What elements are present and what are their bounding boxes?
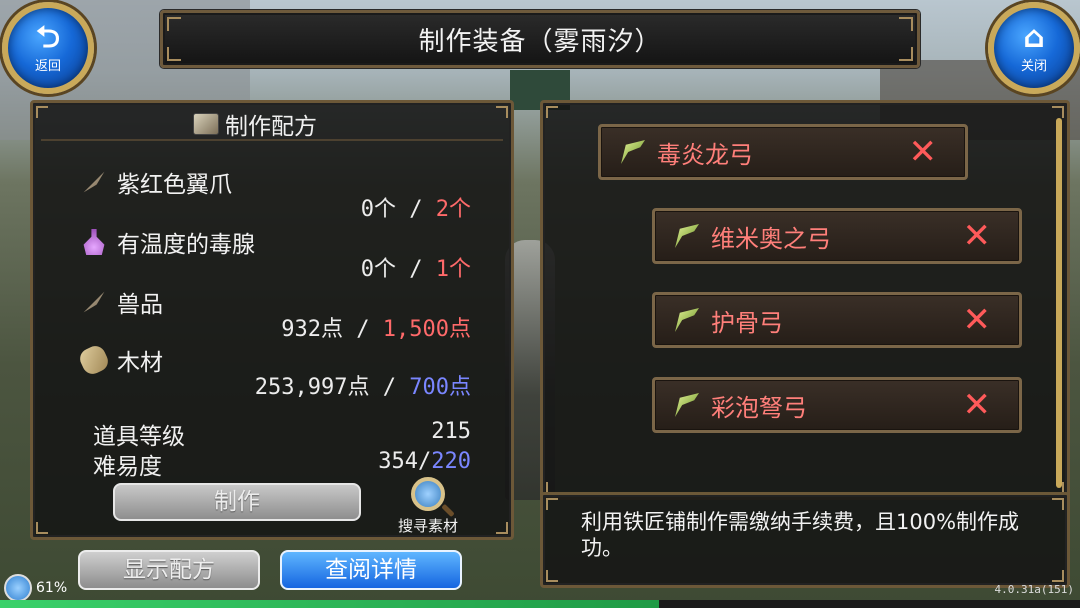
material-name: 有温度的毒腺 [117,232,255,258]
unavailable-x-icon: ✕ [962,385,992,425]
make-button[interactable]: 制作 [113,483,361,521]
home-icon: ⌂ [1023,19,1045,55]
equipment-name: 彩泡弩弓 [711,393,807,422]
page-title: 制作装备（雾雨汐） [418,26,662,57]
recipe-header: 制作配方 [193,107,317,141]
search-materials-label: 搜寻素材 [397,517,458,535]
material-row: 有温度的毒腺 [81,225,255,259]
experience-bar [0,600,1080,608]
material-name: 兽品 [117,292,163,318]
search-materials-button[interactable]: 搜寻素材 [383,477,473,536]
equipment-scrollbar[interactable] [1056,118,1062,488]
bow-icon [675,224,699,248]
recipe-content: 紫红色翼爪 0个 / 2个 有温度的毒腺 0个 / 1个 兽品 932点 / 1… [41,139,503,535]
message-text: 利用铁匠铺制作需缴纳手续费，且100%制作成功。 [581,510,1020,560]
item-level-value: 215 [431,419,471,444]
material-row: 紫红色翼爪 [81,165,232,199]
bow-icon [675,393,699,417]
magnifier-icon [411,477,445,511]
recipe-title: 制作配方 [225,114,317,140]
claw-icon [83,171,105,193]
battery-icon [4,574,32,602]
material-name: 木材 [117,350,163,376]
unavailable-x-icon: ✕ [908,132,938,172]
difficulty-label: 难易度 [93,454,162,480]
material-name: 紫红色翼爪 [117,172,232,198]
battery-percent: 61% [36,580,68,596]
material-count: 0个 / 1个 [360,257,471,282]
equipment-name: 维米奥之弓 [711,224,831,253]
bow-icon [675,308,699,332]
close-button[interactable]: ⌂ 关闭 [988,2,1080,94]
difficulty-value: 354/220 [378,449,471,474]
equipment-item[interactable]: 护骨弓 ✕ [652,292,1022,348]
message-panel: 利用铁匠铺制作需缴纳手续费，且100%制作成功。 [540,492,1070,588]
recipe-book-icon [193,113,219,135]
title-bar: 制作装备（雾雨汐） [160,10,920,68]
back-button[interactable]: ⮌ 返回 [2,2,94,94]
wood-icon [76,342,112,378]
back-button-label: 返回 [34,58,61,74]
close-button-label: 关闭 [1020,58,1047,74]
unavailable-x-icon: ✕ [962,216,992,256]
item-level-label: 道具等级 [93,424,185,450]
claw-icon [83,291,105,313]
material-row: 兽品 [81,285,163,319]
back-arrow-icon: ⮌ [35,19,61,55]
material-row: 木材 [76,342,163,378]
experience-fill [0,600,659,608]
battery-status: 61% [4,574,67,602]
bow-icon [621,140,645,164]
material-count: 932点 / 1,500点 [281,317,471,342]
recipe-panel: 制作配方 紫红色翼爪 0个 / 2个 有温度的毒腺 0个 / 1个 兽品 932… [30,100,514,540]
equipment-item[interactable]: 维米奥之弓 ✕ [652,208,1022,264]
unavailable-x-icon: ✕ [962,300,992,340]
equipment-name: 护骨弓 [711,308,783,337]
potion-icon [83,229,105,255]
show-recipe-button[interactable]: 显示配方 [78,550,260,590]
material-count: 253,997点 / 700点 [254,375,471,400]
view-detail-button[interactable]: 查阅详情 [280,550,462,590]
equipment-name: 毒炎龙弓 [657,140,753,169]
version-label: 4.0.31a(151) [994,583,1074,596]
equipment-item[interactable]: 彩泡弩弓 ✕ [652,377,1022,433]
material-count: 0个 / 2个 [360,197,471,222]
equipment-item[interactable]: 毒炎龙弓 ✕ [598,124,968,180]
